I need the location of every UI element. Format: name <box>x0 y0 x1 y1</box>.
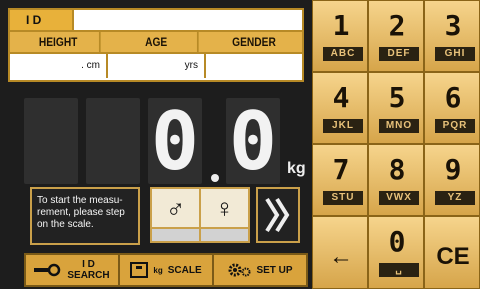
weight-unit: kg <box>287 160 306 177</box>
key-6[interactable]: 6 PQR <box>424 72 480 144</box>
male-icon: ♂ <box>152 189 199 227</box>
weight-digit-1 <box>24 98 78 184</box>
female-icon: ♀ <box>201 189 248 227</box>
info-value-row: . cm yrs <box>10 54 302 78</box>
gender-field[interactable] <box>206 54 302 78</box>
male-indicator <box>152 227 199 241</box>
age-header: AGE <box>115 32 199 52</box>
age-field[interactable]: yrs <box>108 54 206 78</box>
setup-label: SET UP <box>256 264 293 276</box>
weight-digit-3: 0 <box>148 95 202 188</box>
id-search-label-1: I D <box>82 259 95 270</box>
key-7[interactable]: 7 STU <box>312 144 368 216</box>
info-header-row: HEIGHT AGE GENDER <box>10 32 302 54</box>
female-indicator <box>201 227 248 241</box>
keypad: 1 ABC 2 DEF 3 GHI 4 JKL 5 MNO 6 PQR 7 STU 8 VWX … <box>312 0 480 289</box>
bottom-toolbar: I D SEARCH kg SCALE SET UP <box>24 253 308 287</box>
instruction-message: To start the measu-rement, please step o… <box>30 187 140 245</box>
weight-digit-2 <box>86 98 140 184</box>
main-panel: I D HEIGHT AGE GENDER . cm yrs 0 0 kg To… <box>0 0 312 289</box>
key-3[interactable]: 3 GHI <box>424 0 480 72</box>
key-8[interactable]: 8 VWX <box>368 144 424 216</box>
setup-button[interactable]: SET UP <box>214 255 306 285</box>
female-button[interactable]: ♀ <box>201 189 248 241</box>
backspace-key[interactable]: ← <box>312 216 368 289</box>
height-field[interactable]: . cm <box>10 54 108 78</box>
scale-button[interactable]: kg SCALE <box>120 255 214 285</box>
male-button[interactable]: ♂ <box>152 189 201 241</box>
clear-key[interactable]: CE <box>424 216 480 289</box>
gender-header: GENDER <box>232 35 276 49</box>
key-2[interactable]: 2 DEF <box>368 0 424 72</box>
weight-digit-4: 0 <box>226 95 280 188</box>
gear-icon <box>228 263 251 277</box>
space-icon: ␣ <box>379 263 419 277</box>
id-search-button[interactable]: I D SEARCH <box>26 255 120 285</box>
id-search-label-2: SEARCH <box>67 270 110 281</box>
scale-icon <box>130 262 149 278</box>
scale-unit-label: kg <box>153 265 163 275</box>
clear-label: CE <box>436 243 470 270</box>
double-chevron-right-icon <box>265 197 290 233</box>
id-field[interactable] <box>74 10 302 30</box>
decimal-point <box>211 174 219 182</box>
key-5[interactable]: 5 MNO <box>368 72 424 144</box>
key-4[interactable]: 4 JKL <box>312 72 368 144</box>
id-row: I D <box>10 10 302 32</box>
height-header: HEIGHT <box>17 32 101 52</box>
key-0[interactable]: 0 ␣ <box>368 216 424 289</box>
scale-label: SCALE <box>167 264 202 276</box>
backspace-icon: ← <box>329 243 353 270</box>
patient-info-panel: I D HEIGHT AGE GENDER . cm yrs <box>8 8 304 82</box>
gender-selector: ♂ ♀ <box>150 187 250 243</box>
id-label: I D <box>10 10 74 30</box>
next-button[interactable] <box>256 187 300 243</box>
key-1[interactable]: 1 ABC <box>312 0 368 72</box>
key-9[interactable]: 9 YZ <box>424 144 480 216</box>
key-icon <box>34 263 61 277</box>
